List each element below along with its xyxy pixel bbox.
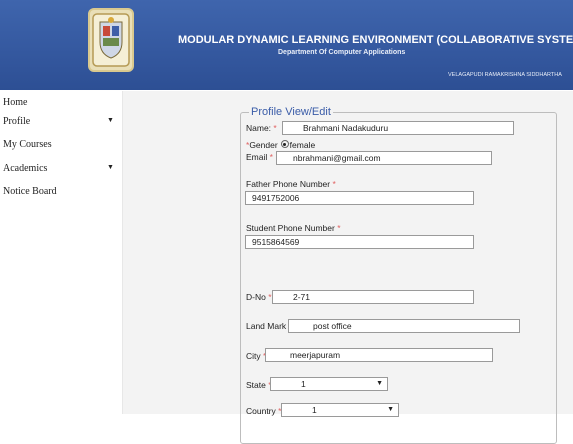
female-radio-label: female: [289, 140, 316, 150]
father-phone-input[interactable]: 9491752006: [245, 191, 474, 205]
app-title: MODULAR DYNAMIC LEARNING ENVIRONMENT (CO…: [178, 34, 573, 46]
city-label: City *: [246, 351, 266, 361]
college-name: VELAGAPUDI RAMAKRISHNA SIDDHARTHA: [448, 72, 562, 78]
sidebar-item-label: Home: [3, 97, 28, 108]
landmark-input[interactable]: post office: [288, 319, 520, 333]
female-radio[interactable]: [280, 140, 289, 148]
country-label: Country *: [246, 406, 282, 416]
chevron-down-icon[interactable]: ▼: [376, 378, 383, 390]
sidebar-item-label: Academics: [3, 163, 48, 174]
name-input[interactable]: Brahmani Nadakuduru: [282, 121, 514, 135]
sidebar-item-notice-board[interactable]: Notice Board: [3, 186, 121, 197]
chevron-down-icon[interactable]: ▼: [107, 163, 114, 171]
sidebar-item-label: Profile: [3, 116, 31, 127]
sidebar-item-my-courses[interactable]: My Courses: [3, 139, 121, 150]
profile-legend: Profile View/Edit: [249, 106, 333, 118]
email-input[interactable]: nbrahmani@gmail.com: [276, 151, 492, 165]
required-marker: *: [337, 223, 341, 233]
landmark-label: Land Mark: [246, 321, 287, 331]
required-marker: *: [269, 152, 273, 162]
required-marker: *: [273, 123, 277, 133]
chevron-down-icon[interactable]: ▼: [107, 116, 114, 124]
dno-input[interactable]: 2-71: [272, 290, 474, 304]
department-subtitle: Department Of Computer Applications: [278, 49, 406, 56]
city-input[interactable]: meerjapuram: [265, 348, 493, 362]
sidebar-item-home[interactable]: Home: [3, 97, 121, 108]
student-phone-input[interactable]: 9515864569: [245, 235, 474, 249]
name-label: Name: *: [246, 123, 277, 133]
chevron-down-icon[interactable]: ▼: [387, 404, 394, 416]
college-crest-icon: [88, 8, 134, 72]
father-phone-label: Father Phone Number *: [246, 179, 336, 189]
gender-label: *Gender female: [246, 140, 316, 150]
country-select[interactable]: 1 ▼: [281, 403, 399, 417]
state-select[interactable]: 1 ▼: [270, 377, 388, 391]
email-label: Email *: [246, 152, 273, 162]
header-banner: MODULAR DYNAMIC LEARNING ENVIRONMENT (CO…: [0, 0, 573, 90]
sidebar-item-label: Notice Board: [3, 186, 57, 197]
sidebar: Home Profile ▼ My Courses Academics ▼ No…: [0, 91, 122, 414]
sidebar-item-academics[interactable]: Academics ▼: [3, 163, 121, 174]
state-label: State *: [246, 380, 272, 390]
sidebar-item-label: My Courses: [3, 139, 52, 150]
student-phone-label: Student Phone Number *: [246, 223, 341, 233]
sidebar-item-profile[interactable]: Profile ▼: [3, 116, 121, 127]
required-marker: *: [332, 179, 336, 189]
dno-label: D-No *: [246, 292, 272, 302]
